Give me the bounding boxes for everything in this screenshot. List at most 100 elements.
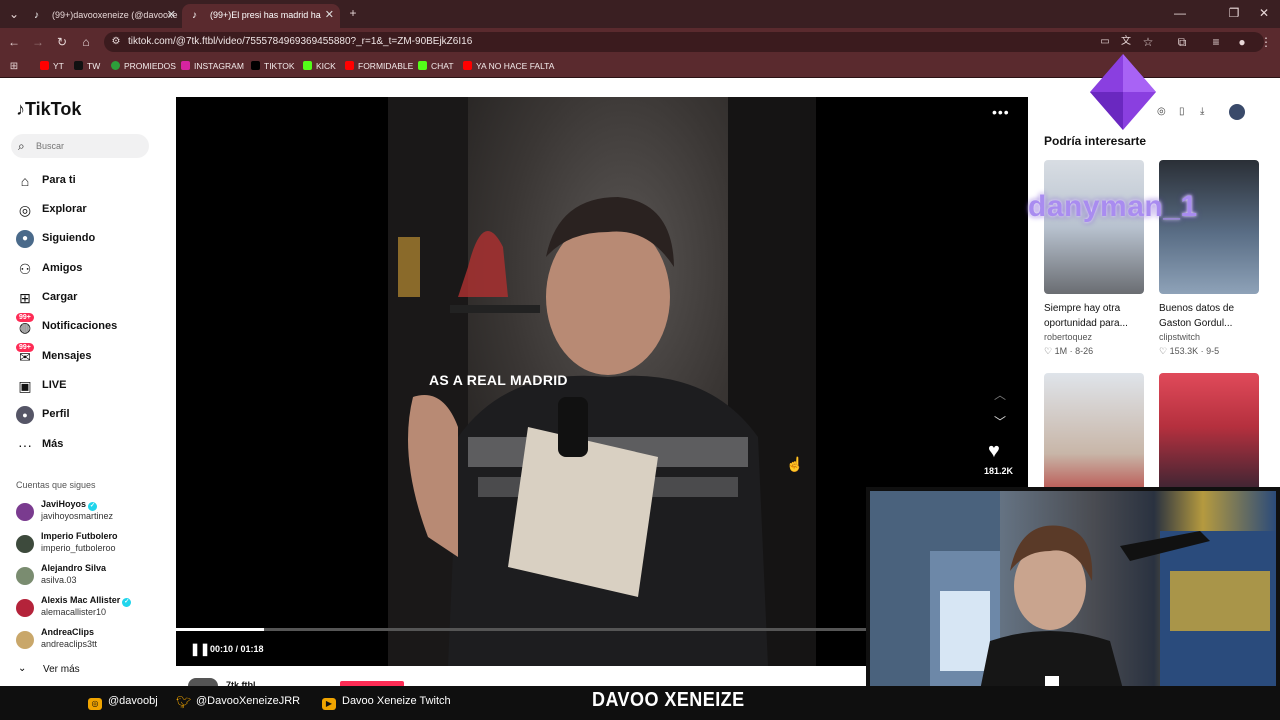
- bookmark-yt[interactable]: YT: [40, 61, 64, 71]
- tiktok-icon: ♪: [192, 10, 197, 21]
- translate-icon[interactable]: 文: [1118, 35, 1134, 49]
- browser-tab-active[interactable]: ♪ (99+)El presi has madrid ha ✕: [182, 4, 340, 28]
- kick-icon: [303, 61, 312, 70]
- new-tab-icon[interactable]: +: [345, 6, 361, 20]
- site-info-icon[interactable]: ⚙: [108, 35, 124, 49]
- minimize-icon[interactable]: —: [1172, 6, 1188, 20]
- more-options-icon[interactable]: •••: [992, 104, 1010, 120]
- download-icon[interactable]: ⤓: [1200, 106, 1204, 117]
- apps-grid-icon[interactable]: ⊞: [6, 60, 22, 74]
- nav-para-ti[interactable]: ⌂ Para ti: [16, 171, 156, 191]
- user-avatar[interactable]: [1229, 104, 1245, 120]
- verified-icon: ✓: [88, 502, 98, 511]
- social-twitter: 🐦︎ @DavooXeneizeJRR: [176, 695, 301, 709]
- following-avatar-icon: ●: [16, 230, 34, 248]
- close-window-icon[interactable]: ✕: [1256, 6, 1272, 20]
- home-icon[interactable]: ⌂: [78, 35, 94, 49]
- following-account[interactable]: AndreaClips andreaclips3tt: [16, 627, 156, 655]
- more-dots-icon: ···: [18, 437, 32, 453]
- nav-mas[interactable]: ··· Más: [16, 435, 156, 455]
- browser-tab[interactable]: ♪ (99+)davooxeneize (@davooxe ✕: [24, 4, 182, 28]
- previous-video-icon[interactable]: ︿: [994, 386, 1006, 403]
- bookmark-kick[interactable]: KICK: [303, 61, 336, 71]
- bookmark-tiktok[interactable]: TIKTOK: [251, 61, 295, 71]
- nav-amigos[interactable]: ⚇ Amigos: [16, 259, 156, 279]
- twitter-icon: 🐦︎: [176, 695, 192, 709]
- tab-list-icon[interactable]: ⌄: [6, 7, 22, 21]
- verified-icon: ✓: [122, 598, 132, 607]
- nav-notificaciones[interactable]: ◍ 99+ Notificaciones: [16, 313, 156, 337]
- youtube-icon: [40, 61, 49, 70]
- following-section-title: Cuentas que sigues: [16, 480, 96, 490]
- like-count: 181.2K: [984, 466, 1014, 476]
- profile-icon: ●: [16, 406, 34, 424]
- back-icon[interactable]: ←: [6, 35, 22, 49]
- friends-icon: ⚇: [18, 261, 32, 277]
- forward-icon[interactable]: →: [30, 35, 46, 49]
- next-video-icon[interactable]: ﹀: [994, 413, 1006, 430]
- live-icon: ▣: [18, 378, 32, 394]
- x-icon: [74, 61, 83, 70]
- webcam-feed: [870, 491, 1276, 715]
- bookmark-formidable[interactable]: FORMIDABLE: [345, 61, 413, 71]
- following-account[interactable]: JaviHoyos ✓ javihoyosmartinez: [16, 499, 156, 527]
- media-icon[interactable]: ≡: [1208, 35, 1224, 49]
- tab-title: (99+)El presi has madrid ha: [210, 10, 321, 20]
- video-thumbnail: [1159, 160, 1259, 294]
- bookmark-star-icon[interactable]: ☆: [1140, 35, 1156, 49]
- webcam-scene-illustration: [870, 491, 1276, 715]
- avatar: [16, 567, 34, 585]
- tiktok-note-icon: ♪: [16, 99, 25, 119]
- compass-icon: ◎: [18, 202, 32, 218]
- nav-perfil[interactable]: ● Perfil: [16, 405, 156, 425]
- following-account[interactable]: Imperio Futbolero imperio_futboleroo: [16, 531, 156, 559]
- nav-explorar[interactable]: ◎ Explorar: [16, 200, 156, 220]
- close-icon[interactable]: ✕: [167, 8, 176, 21]
- close-icon[interactable]: ✕: [325, 8, 334, 21]
- video-time: 00:10 / 01:18: [210, 644, 264, 654]
- cast-icon[interactable]: ▭: [1097, 35, 1113, 49]
- device-icon[interactable]: ▯: [1179, 106, 1185, 117]
- progress-bar[interactable]: [176, 628, 866, 631]
- bookmark-promiedos[interactable]: PROMIEDOS: [111, 61, 176, 71]
- recommended-video-card[interactable]: [1044, 373, 1144, 487]
- following-account[interactable]: Alexis Mac Allister ✓ alemacallister10: [16, 595, 156, 623]
- avatar: [16, 599, 34, 617]
- nav-mensajes[interactable]: ✉ 99+ Mensajes: [16, 343, 156, 367]
- restore-icon[interactable]: ❐: [1226, 6, 1242, 20]
- nav-cargar[interactable]: ⊞ Cargar: [16, 288, 156, 308]
- home-icon: ⌂: [20, 173, 30, 189]
- recommendations-title: Podría interesarte: [1044, 134, 1147, 148]
- following-account[interactable]: Alejandro Silva asilva.03: [16, 563, 156, 591]
- instagram-icon: [181, 61, 190, 70]
- heart-icon[interactable]: ♥: [988, 440, 1000, 463]
- bookmark-instagram[interactable]: INSTAGRAM: [181, 61, 244, 71]
- message-badge: 99+: [16, 343, 34, 352]
- bookmark-tw[interactable]: TW: [74, 61, 100, 71]
- bookmark-ya-no-hace-falta[interactable]: YA NO HACE FALTA: [463, 61, 554, 71]
- youtube-icon: ▶: [322, 698, 336, 710]
- coin-icon[interactable]: ◎: [1157, 106, 1166, 117]
- video-thumbnail: [1044, 160, 1144, 294]
- bookmark-chat[interactable]: CHAT: [418, 61, 454, 71]
- recommended-video-card[interactable]: [1159, 373, 1259, 487]
- search-input[interactable]: [36, 137, 136, 155]
- purple-gem-icon: [1090, 54, 1156, 130]
- pause-icon[interactable]: ❚❚: [190, 642, 210, 656]
- extensions-icon[interactable]: ⧉: [1174, 35, 1190, 49]
- notification-badge: 99+: [16, 313, 34, 322]
- nav-live[interactable]: ▣ LIVE: [16, 376, 156, 396]
- profile-avatar-icon[interactable]: ●: [1234, 35, 1250, 49]
- avatar: [16, 535, 34, 553]
- author-avatar[interactable]: [188, 678, 218, 686]
- video-caption: AS A REAL MADRID: [429, 372, 568, 388]
- social-instagram: ◎ @davoobj: [88, 695, 158, 710]
- youtube-icon: [463, 61, 472, 70]
- see-more-button[interactable]: ⌄ Ver más: [16, 663, 136, 677]
- nav-siguiendo[interactable]: ● Siguiendo: [16, 229, 156, 249]
- instagram-icon: ◎: [88, 698, 102, 710]
- menu-icon[interactable]: ⋮: [1258, 35, 1274, 49]
- video-thumbnail: [1044, 373, 1144, 487]
- tiktok-logo[interactable]: ♪TikTok: [16, 99, 81, 120]
- reload-icon[interactable]: ↻: [54, 35, 70, 49]
